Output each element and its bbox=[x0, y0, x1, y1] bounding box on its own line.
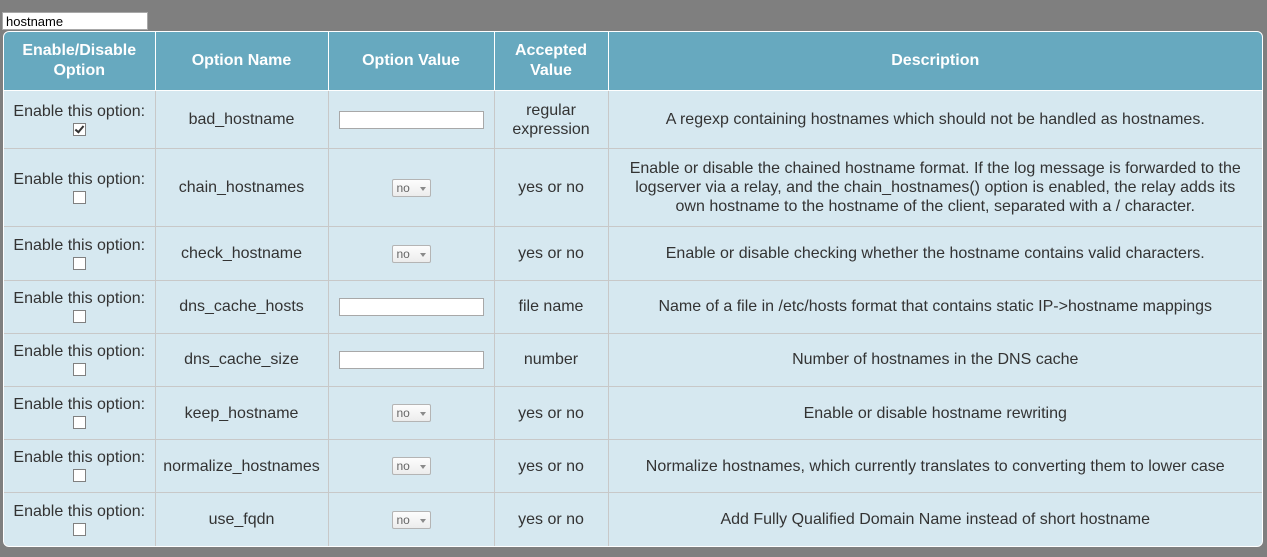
enable-option-label: Enable this option: bbox=[13, 170, 146, 188]
accepted-value: regular expression bbox=[494, 90, 609, 150]
chevron-down-icon bbox=[419, 465, 426, 470]
chevron-down-icon bbox=[419, 412, 426, 417]
option-description: Enable or disable the chained hostname f… bbox=[608, 148, 1262, 228]
options-table: Enable/Disable Option Option Name Option… bbox=[4, 32, 1262, 546]
enable-checkbox[interactable] bbox=[72, 416, 86, 430]
table-row: Enable this option: bad_hostname regular e… bbox=[4, 90, 1262, 150]
option-value-select[interactable]: no bbox=[391, 179, 431, 198]
option-description: Enable or disable checking whether the h… bbox=[608, 226, 1262, 281]
option-description: Name of a file in /etc/hosts format that… bbox=[608, 280, 1262, 334]
option-value-cell bbox=[328, 90, 495, 150]
enable-cell: Enable this option: bbox=[4, 226, 156, 281]
select-value: no bbox=[396, 181, 410, 196]
option-description: Number of hostnames in the DNS cache bbox=[608, 333, 1262, 387]
table-row: Enable this option: dns_cache_hosts file n… bbox=[4, 280, 1262, 334]
enable-cell: Enable this option: bbox=[4, 148, 156, 228]
chevron-down-icon bbox=[419, 187, 426, 192]
table-body: Enable this option: bad_hostname regular e… bbox=[4, 90, 1262, 546]
accepted-value: yes or no bbox=[494, 148, 609, 228]
enable-option-label: Enable this option: bbox=[13, 449, 146, 467]
enable-checkbox[interactable] bbox=[72, 256, 86, 270]
option-description: Add Fully Qualified Domain Name instead … bbox=[608, 492, 1262, 546]
option-value-select[interactable]: no bbox=[391, 457, 431, 476]
enable-cell: Enable this option: bbox=[4, 492, 156, 546]
accepted-value: number bbox=[494, 333, 609, 387]
enable-cell: Enable this option: bbox=[4, 280, 156, 334]
option-value-select[interactable]: no bbox=[391, 404, 431, 423]
search-input[interactable] bbox=[2, 12, 148, 30]
option-value-cell: no bbox=[328, 226, 495, 281]
table-header-row: Enable/Disable Option Option Name Option… bbox=[4, 32, 1262, 91]
enable-option-label: Enable this option: bbox=[13, 236, 146, 254]
option-description: Enable or disable hostname rewriting bbox=[608, 386, 1262, 441]
select-value: no bbox=[396, 406, 410, 421]
option-value-cell: no bbox=[328, 492, 495, 546]
enable-option-label: Enable this option: bbox=[13, 502, 146, 520]
option-description: Normalize hostnames, which currently tra… bbox=[608, 439, 1262, 494]
table-row: Enable this option: keep_hostname no yes or… bbox=[4, 386, 1262, 441]
option-value-cell bbox=[328, 333, 495, 387]
accepted-value: yes or no bbox=[494, 439, 609, 494]
option-value-input[interactable] bbox=[338, 297, 484, 316]
enable-option-label: Enable this option: bbox=[13, 102, 146, 120]
chevron-down-icon bbox=[419, 518, 426, 523]
header-enable: Enable/Disable Option bbox=[4, 32, 156, 91]
option-name: keep_hostname bbox=[155, 386, 329, 441]
accepted-value: yes or no bbox=[494, 226, 609, 281]
option-name: check_hostname bbox=[155, 226, 329, 281]
option-value-select[interactable]: no bbox=[391, 510, 431, 529]
select-value: no bbox=[396, 459, 410, 474]
options-table-container: Enable/Disable Option Option Name Option… bbox=[3, 31, 1263, 547]
option-name: bad_hostname bbox=[155, 90, 329, 150]
enable-checkbox[interactable] bbox=[72, 522, 86, 536]
option-value-cell bbox=[328, 280, 495, 334]
enable-cell: Enable this option: bbox=[4, 439, 156, 494]
table-row: Enable this option: use_fqdn no yes or no Ad… bbox=[4, 492, 1262, 546]
header-description: Description bbox=[608, 32, 1262, 91]
enable-checkbox[interactable] bbox=[72, 363, 86, 377]
header-option-value: Option Value bbox=[328, 32, 495, 91]
option-name: dns_cache_hosts bbox=[155, 280, 329, 334]
enable-cell: Enable this option: bbox=[4, 333, 156, 387]
option-value-select[interactable]: no bbox=[391, 244, 431, 263]
select-value: no bbox=[396, 512, 410, 527]
header-option-name: Option Name bbox=[155, 32, 329, 91]
option-value-cell: no bbox=[328, 386, 495, 441]
table-row: Enable this option: dns_cache_size number N… bbox=[4, 333, 1262, 387]
enable-checkbox[interactable] bbox=[72, 309, 86, 323]
select-value: no bbox=[396, 246, 410, 261]
accepted-value: file name bbox=[494, 280, 609, 334]
header-accepted-value: Accepted Value bbox=[494, 32, 609, 91]
option-name: normalize_hostnames bbox=[155, 439, 329, 494]
accepted-value: yes or no bbox=[494, 492, 609, 546]
table-row: Enable this option: normalize_hostnames no… bbox=[4, 439, 1262, 494]
option-description: A regexp containing hostnames which shou… bbox=[608, 90, 1262, 150]
table-row: Enable this option: chain_hostnames no yes … bbox=[4, 148, 1262, 228]
enable-cell: Enable this option: bbox=[4, 90, 156, 150]
enable-option-label: Enable this option: bbox=[13, 342, 146, 360]
chevron-down-icon bbox=[419, 252, 426, 257]
enable-cell: Enable this option: bbox=[4, 386, 156, 441]
enable-checkbox[interactable] bbox=[72, 191, 86, 205]
enable-checkbox[interactable] bbox=[72, 469, 86, 483]
option-name: chain_hostnames bbox=[155, 148, 329, 228]
option-name: use_fqdn bbox=[155, 492, 329, 546]
option-value-cell: no bbox=[328, 439, 495, 494]
enable-checkbox[interactable] bbox=[72, 122, 86, 136]
option-value-input[interactable] bbox=[338, 110, 484, 129]
option-name: dns_cache_size bbox=[155, 333, 329, 387]
table-row: Enable this option: check_hostname no yes o… bbox=[4, 226, 1262, 281]
option-value-cell: no bbox=[328, 148, 495, 228]
accepted-value: yes or no bbox=[494, 386, 609, 441]
option-value-input[interactable] bbox=[338, 350, 484, 369]
enable-option-label: Enable this option: bbox=[13, 289, 146, 307]
enable-option-label: Enable this option: bbox=[13, 396, 146, 414]
